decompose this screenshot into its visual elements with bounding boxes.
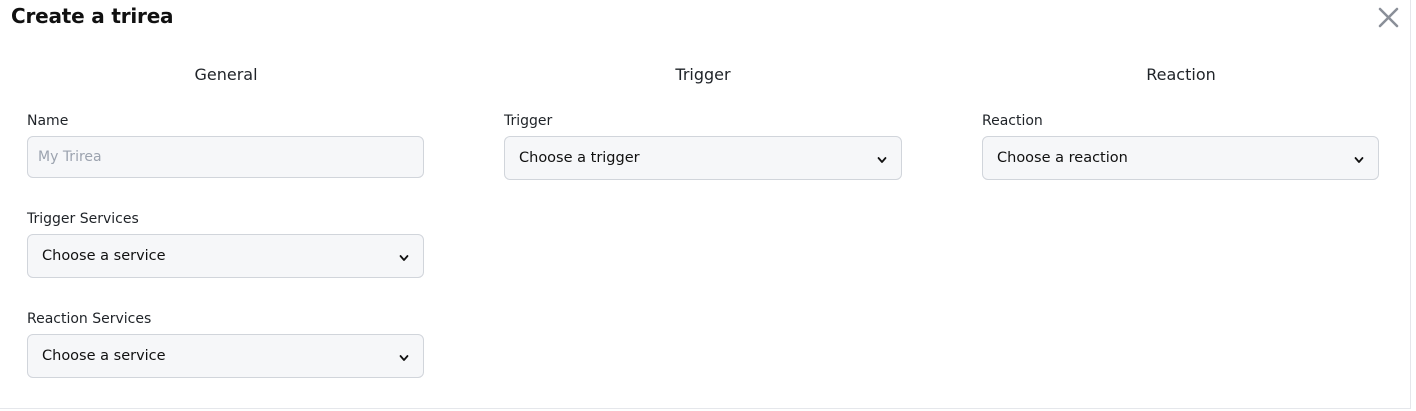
trigger-label: Trigger <box>504 113 553 129</box>
chevron-down-icon <box>399 251 409 261</box>
modal-title: Create a trirea <box>11 4 174 28</box>
trigger-select[interactable]: Choose a trigger <box>504 136 902 180</box>
trigger-value: Choose a trigger <box>519 150 640 166</box>
reaction-label: Reaction <box>982 113 1043 129</box>
trigger-services-select[interactable]: Choose a service <box>27 234 424 278</box>
name-label: Name <box>27 113 69 129</box>
close-icon[interactable] <box>1376 5 1401 30</box>
reaction-heading: Reaction <box>1146 65 1216 84</box>
general-heading: General <box>194 65 258 84</box>
reaction-services-label: Reaction Services <box>27 311 152 327</box>
create-trirea-modal: Create a trirea General Name Trigger Ser… <box>0 0 1411 409</box>
chevron-down-icon <box>877 153 887 163</box>
chevron-down-icon <box>399 351 409 361</box>
reaction-services-select[interactable]: Choose a service <box>27 334 424 378</box>
trigger-services-label: Trigger Services <box>27 211 139 227</box>
reaction-value: Choose a reaction <box>997 150 1128 166</box>
reaction-services-value: Choose a service <box>42 348 166 364</box>
trigger-heading: Trigger <box>675 65 731 84</box>
chevron-down-icon <box>1354 153 1364 163</box>
trigger-services-value: Choose a service <box>42 248 166 264</box>
name-input[interactable] <box>27 136 424 178</box>
reaction-select[interactable]: Choose a reaction <box>982 136 1379 180</box>
